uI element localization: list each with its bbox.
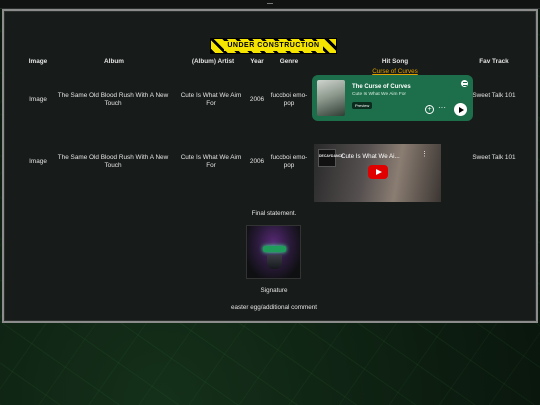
preview-badge: Preview bbox=[352, 102, 373, 109]
row-genre: fuccboi emo-pop bbox=[270, 154, 308, 169]
spotify-artist[interactable]: Cute Is What We Aim For bbox=[352, 92, 406, 97]
col-header-genre: Genre bbox=[279, 58, 299, 65]
col-header-hit-song: Hit Song bbox=[381, 58, 409, 65]
row-album: The Same Old Blood Rush With A New Touch bbox=[57, 154, 169, 169]
page-frame: UNDER CONSTRUCTION Image Album (Album) A… bbox=[2, 9, 538, 323]
row-artist: Cute Is What We Aim For bbox=[180, 154, 242, 169]
top-bar bbox=[0, 0, 540, 9]
easter-egg-comment: easter egg/additional comment bbox=[230, 304, 318, 311]
row-album: The Same Old Blood Rush With A New Touch bbox=[57, 92, 169, 107]
play-icon[interactable] bbox=[454, 103, 467, 116]
row-fav-track: Sweet Talk 101 bbox=[472, 154, 516, 161]
banner-text: UNDER CONSTRUCTION bbox=[224, 41, 323, 51]
channel-icon[interactable]: DECAYDANCE bbox=[318, 149, 343, 167]
col-header-image: Image bbox=[28, 58, 48, 65]
add-icon[interactable]: + bbox=[425, 105, 434, 114]
spotify-embed[interactable]: The Curse of Curves Cute Is What We Aim … bbox=[312, 75, 473, 121]
avatar-visor bbox=[263, 246, 286, 252]
col-header-year: Year bbox=[250, 58, 264, 65]
album-art bbox=[317, 80, 345, 116]
youtube-video-title[interactable]: Cute Is What We Ai... bbox=[341, 153, 400, 160]
play-icon[interactable] bbox=[368, 165, 388, 179]
hit-song-link[interactable]: Curse of Curves bbox=[364, 68, 426, 75]
col-header-artist: (Album) Artist bbox=[191, 58, 235, 65]
drag-handle[interactable] bbox=[267, 3, 273, 4]
final-statement: Final statement. bbox=[251, 210, 297, 217]
spotify-track-title[interactable]: The Curse of Curves bbox=[352, 84, 411, 90]
youtube-embed[interactable]: DECAYDANCE Cute Is What We Ai... ⋮ bbox=[314, 144, 441, 202]
col-header-fav-track: Fav Track bbox=[479, 58, 509, 65]
row-year: 2006 bbox=[249, 96, 265, 103]
avatar-mask bbox=[267, 255, 282, 269]
row-artist: Cute Is What We Aim For bbox=[180, 92, 242, 107]
row-fav-track: Sweet Talk 101 bbox=[472, 92, 516, 99]
under-construction-banner: UNDER CONSTRUCTION bbox=[210, 38, 337, 54]
more-icon[interactable]: ··· bbox=[438, 103, 446, 112]
more-vertical-icon[interactable]: ⋮ bbox=[421, 151, 428, 158]
row-year: 2006 bbox=[249, 158, 265, 165]
col-header-album: Album bbox=[104, 58, 124, 65]
spotify-logo-icon[interactable] bbox=[461, 80, 468, 87]
signature: Signature bbox=[260, 287, 288, 294]
avatar bbox=[246, 225, 301, 279]
row-genre: fuccboi emo-pop bbox=[270, 92, 308, 107]
